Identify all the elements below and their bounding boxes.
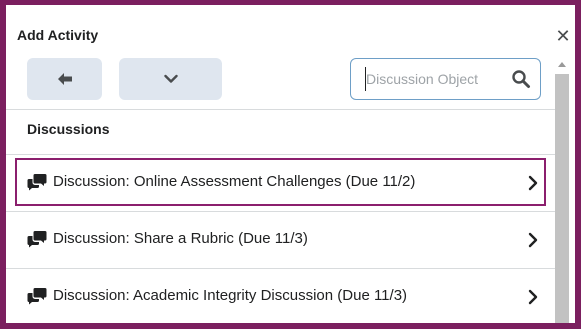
back-button[interactable] [27,58,102,100]
more-options-button[interactable] [119,58,222,100]
search-icon [512,70,530,88]
list-item[interactable]: Discussion: Share a Rubric (Due 11/3) [6,211,555,267]
list-item[interactable]: Discussion: Academic Integrity Discussio… [6,268,555,323]
arrow-left-icon [57,73,72,85]
divider [6,109,555,110]
search-button[interactable] [511,69,533,91]
search-input[interactable] [365,67,506,91]
scrollbar[interactable] [555,58,569,323]
section-title: Discussions [27,121,110,137]
highlight-outline [15,158,546,206]
search-box [350,58,541,100]
chevron-down-icon [163,74,178,83]
list-item-label: Discussion: Share a Rubric (Due 11/3) [53,230,308,247]
close-icon[interactable]: ✕ [554,27,572,45]
chevron-right-icon [528,289,538,305]
add-activity-dialog: Add Activity ✕ Discussions Discussion: O… [6,5,575,323]
scrollbar-thumb[interactable] [555,74,569,323]
chevron-right-icon [528,232,538,248]
discussion-icon [27,288,47,305]
discussion-icon [27,231,47,248]
list-item-label: Discussion: Academic Integrity Discussio… [53,287,408,304]
scroll-up-icon[interactable] [558,62,566,67]
dialog-title: Add Activity [17,27,99,43]
